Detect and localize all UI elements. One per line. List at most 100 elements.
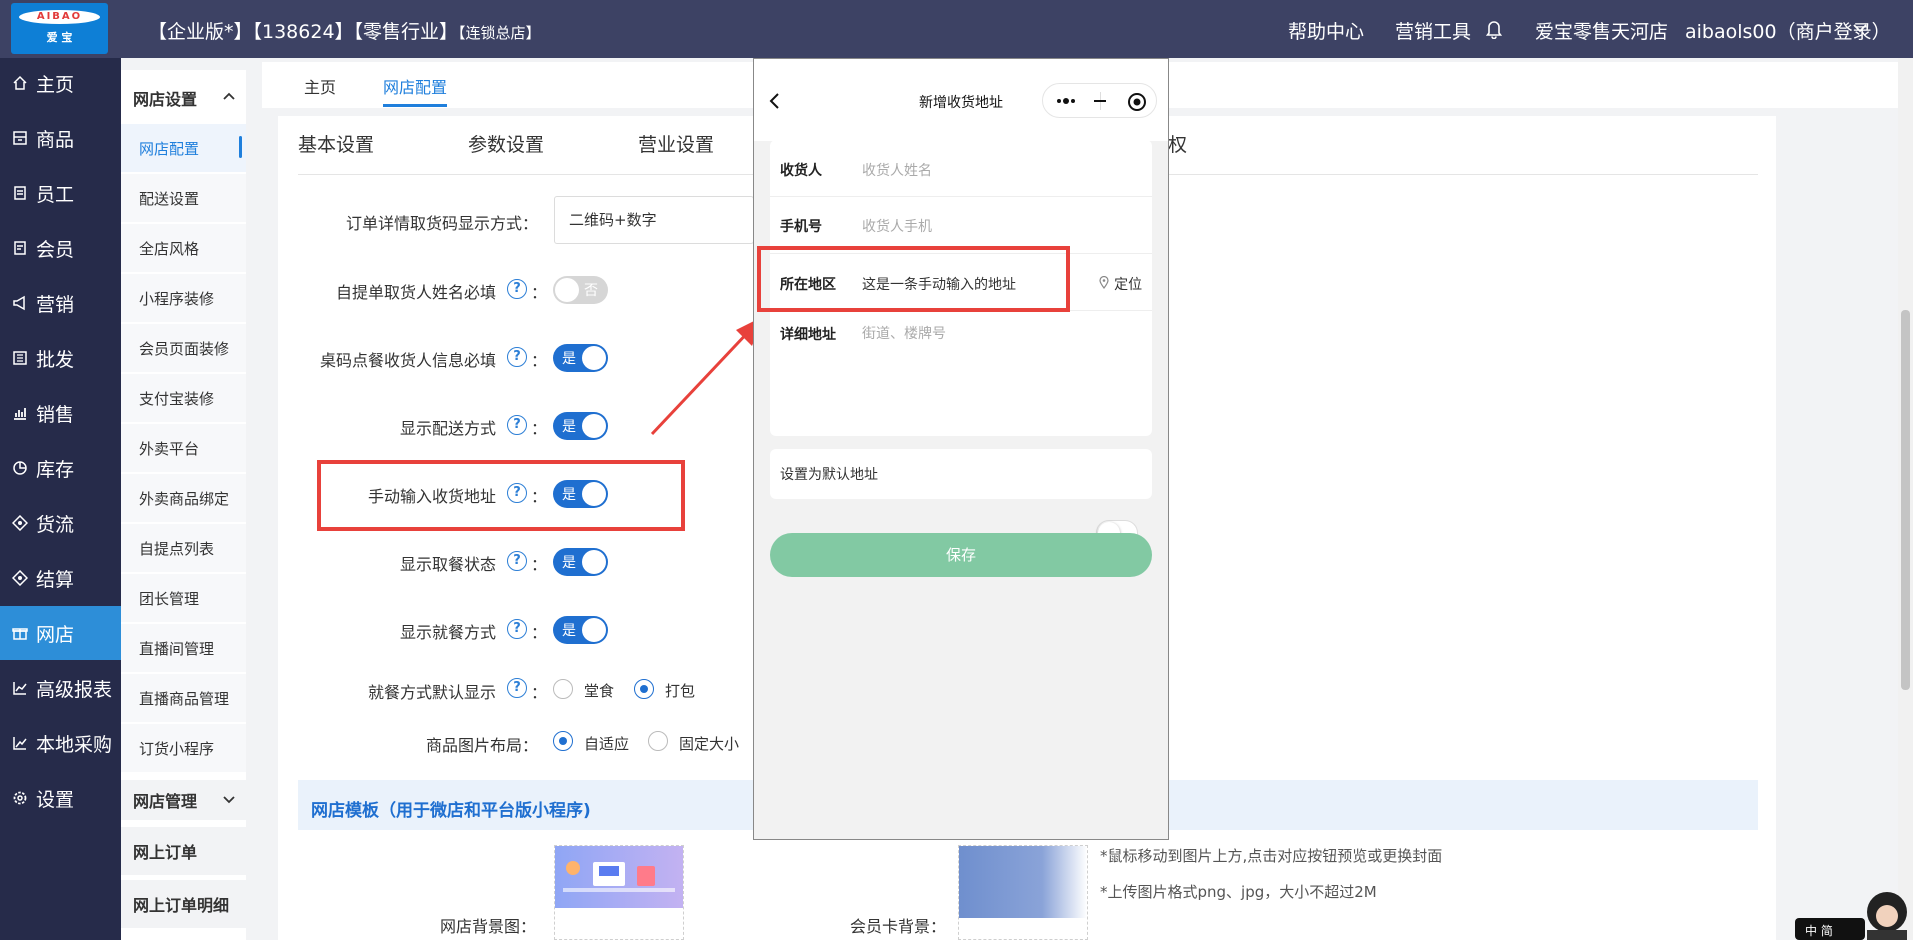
- locate-button[interactable]: 定位: [1099, 274, 1142, 294]
- toggle-label: 是: [562, 555, 576, 571]
- colon: ：: [531, 283, 548, 302]
- submenu-item[interactable]: 外卖商品绑定: [121, 474, 246, 522]
- close-target-icon[interactable]: [1127, 92, 1147, 112]
- pie-icon: [12, 460, 28, 476]
- submenu-item[interactable]: 小程序装修: [121, 274, 246, 322]
- toggle-pickup-name-required[interactable]: 否: [553, 276, 608, 304]
- field-detail-address[interactable]: 详细地址 街道、楼牌号: [770, 311, 1152, 436]
- nav-settings[interactable]: 设置: [0, 771, 121, 825]
- submenu-item[interactable]: 订货小程序: [121, 724, 246, 772]
- radio-label: 自适应: [584, 735, 630, 753]
- megaphone-icon: [12, 295, 28, 311]
- setting-label: 自提单取货人姓名必填: [335, 283, 496, 302]
- minimize-icon[interactable]: [1091, 92, 1109, 110]
- help-icon[interactable]: ?: [507, 551, 527, 571]
- store-background-upload[interactable]: [554, 845, 684, 940]
- radio-adaptive[interactable]: [553, 731, 573, 751]
- submenu-item[interactable]: 外卖平台: [121, 424, 246, 472]
- submenu-item[interactable]: 直播间管理: [121, 624, 246, 672]
- phone-nav-bar: 新增收货地址: [754, 59, 1168, 141]
- nav-wholesale[interactable]: 批发: [0, 331, 121, 385]
- submenu-item[interactable]: 自提点列表: [121, 524, 246, 572]
- submenu-item[interactable]: 配送设置: [121, 174, 246, 222]
- submenu-link-order-details[interactable]: 网上订单明细: [121, 880, 246, 928]
- submenu-group-store-management[interactable]: 网店管理: [121, 780, 246, 820]
- tab-store-config[interactable]: 网店配置: [383, 74, 448, 107]
- aibao-logo[interactable]: AIBAO 爱 宝: [11, 3, 108, 54]
- detail-address-input[interactable]: 街道、楼牌号: [862, 323, 946, 343]
- highlight-box-region: [757, 246, 1070, 312]
- store-name[interactable]: 爱宝零售天河店: [1535, 17, 1668, 44]
- chevron-down-icon[interactable]: [1852, 22, 1868, 34]
- chevron-down-icon: [223, 796, 235, 804]
- image-layout-label: 商品图片布局：: [425, 736, 538, 755]
- nav-webstore[interactable]: 网店: [0, 606, 121, 660]
- pickup-display-select[interactable]: 二维码+数字: [554, 196, 754, 244]
- submenu-item[interactable]: 全店风格: [121, 224, 246, 272]
- marketing-tools-link[interactable]: 营销工具: [1395, 17, 1471, 44]
- nav-members[interactable]: 会员: [0, 221, 121, 275]
- nav-settle[interactable]: 结算: [0, 551, 121, 605]
- nav-flow[interactable]: 货流: [0, 496, 121, 550]
- sales-chart-icon: [12, 405, 28, 421]
- wholesale-icon: [12, 350, 28, 366]
- nav-label: 销售: [36, 403, 75, 426]
- submenu-item[interactable]: 直播商品管理: [121, 674, 246, 722]
- nav-label: 库存: [36, 458, 75, 481]
- submenu-item[interactable]: 网店配置: [121, 124, 246, 172]
- store-background-label: 网店背景图：: [440, 917, 537, 936]
- submenu-item[interactable]: 会员页面装修: [121, 324, 246, 372]
- help-icon[interactable]: ?: [507, 619, 527, 639]
- assistant-avatar[interactable]: 中 简: [1795, 872, 1913, 940]
- save-button[interactable]: 保存: [770, 533, 1152, 577]
- radio-dine-in[interactable]: [553, 679, 573, 699]
- help-icon[interactable]: ?: [507, 279, 527, 299]
- receiver-input[interactable]: 收货人姓名: [862, 160, 932, 180]
- nav-products[interactable]: 商品: [0, 111, 121, 165]
- toggle-table-info-required[interactable]: 是: [553, 344, 608, 372]
- content-tab-params[interactable]: 参数设置: [468, 130, 544, 157]
- help-icon[interactable]: ?: [507, 678, 527, 698]
- setting-label: 显示就餐方式: [399, 623, 496, 642]
- nav-local-purchase[interactable]: 本地采购: [0, 716, 121, 770]
- setting-label: 显示配送方式: [399, 419, 496, 438]
- help-icon[interactable]: ?: [507, 415, 527, 435]
- help-center-link[interactable]: 帮助中心: [1288, 17, 1364, 44]
- page-scrollbar[interactable]: [1898, 58, 1913, 940]
- field-receiver[interactable]: 收货人 收货人姓名: [770, 140, 1152, 197]
- tab-home[interactable]: 主页: [304, 74, 336, 98]
- toggle-dining-method[interactable]: 是: [553, 616, 608, 644]
- nav-reports[interactable]: 高级报表: [0, 661, 121, 715]
- nav-marketing[interactable]: 营销: [0, 276, 121, 330]
- field-label: 收货人: [780, 163, 822, 179]
- radio-fixed-size[interactable]: [648, 731, 668, 751]
- phone-preview: 新增收货地址 收货人 收货人姓名 手机号 收货人手机 所在地区 这是一条手动输入…: [753, 58, 1169, 840]
- locate-label: 定位: [1114, 277, 1143, 293]
- toggle-show-delivery[interactable]: 是: [553, 412, 608, 440]
- member-card-upload[interactable]: [958, 845, 1088, 940]
- radio-takeaway[interactable]: [634, 679, 654, 699]
- toggle-meal-status[interactable]: 是: [553, 548, 608, 576]
- assistant-avatar-text: 中 简: [1805, 923, 1833, 938]
- submenu-item[interactable]: 支付宝装修: [121, 374, 246, 422]
- nav-staff[interactable]: 员工: [0, 166, 121, 220]
- bell-icon[interactable]: [1485, 19, 1503, 39]
- nav-home[interactable]: 主页: [0, 56, 121, 110]
- submenu-link-online-orders[interactable]: 网上订单: [121, 827, 246, 875]
- phone-input[interactable]: 收货人手机: [862, 216, 932, 236]
- highlight-box-setting: [317, 460, 685, 531]
- nav-sales[interactable]: 销售: [0, 386, 121, 440]
- submenu-group-store-settings[interactable]: 网店设置: [121, 78, 246, 118]
- content-tab-business[interactable]: 营业设置: [638, 130, 714, 157]
- product-icon: [12, 130, 28, 146]
- nav-label: 批发: [36, 348, 75, 371]
- scrollbar-thumb[interactable]: [1901, 310, 1910, 690]
- help-icon[interactable]: ?: [507, 347, 527, 367]
- submenu-item[interactable]: 团长管理: [121, 574, 246, 622]
- nav-label: 商品: [36, 128, 75, 151]
- content-tab-basic[interactable]: 基本设置: [298, 130, 374, 157]
- content-tab-auth[interactable]: 权: [1168, 130, 1187, 157]
- nav-inventory[interactable]: 库存: [0, 441, 121, 495]
- flow-icon: [12, 515, 28, 531]
- more-dots-icon[interactable]: [1055, 94, 1077, 108]
